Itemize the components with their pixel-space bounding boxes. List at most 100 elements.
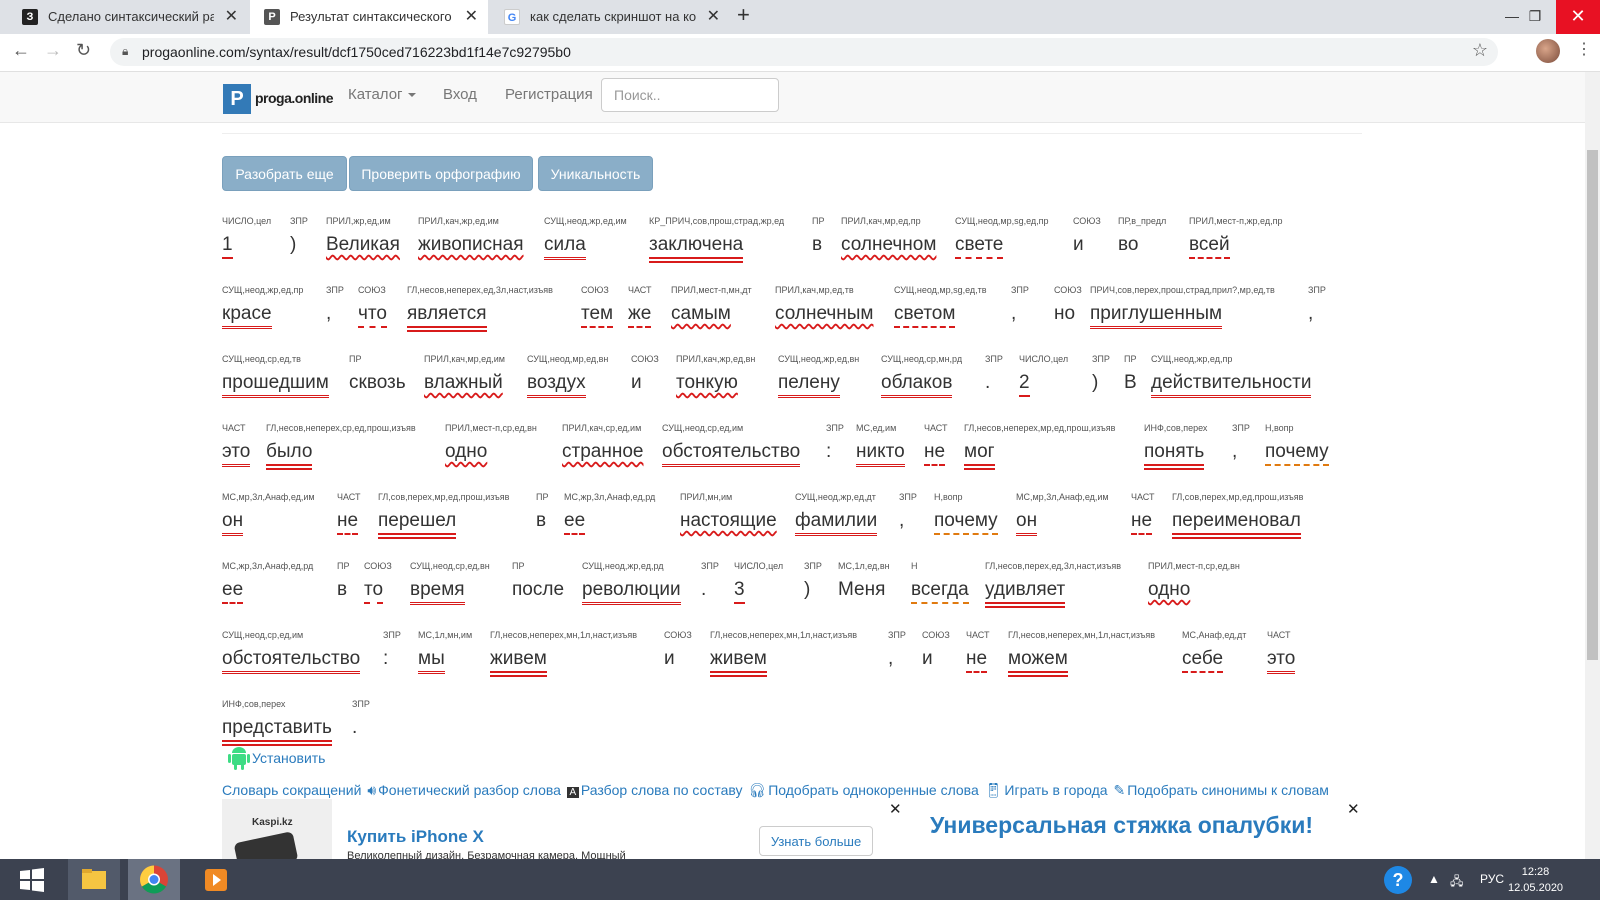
install-link[interactable]: Установить bbox=[252, 750, 325, 766]
token-word: перешел bbox=[378, 509, 457, 539]
token-word: , bbox=[1308, 303, 1314, 324]
token-word: представить bbox=[222, 716, 332, 746]
parse-again-button[interactable]: Разобрать еще bbox=[222, 156, 347, 191]
token-word: фамилии bbox=[795, 509, 878, 536]
new-tab-icon[interactable]: + bbox=[737, 2, 750, 28]
token-tag: ПРИЛ,мест-п,ср,ед,вн bbox=[445, 423, 537, 433]
token-tag: МС,1л,мн,им bbox=[418, 630, 473, 640]
media-player-icon[interactable] bbox=[190, 859, 242, 900]
bookmark-star-icon[interactable]: ☆ bbox=[1472, 40, 1488, 61]
nav-catalog[interactable]: Каталог bbox=[348, 86, 416, 103]
nav-catalog-label: Каталог bbox=[348, 86, 403, 103]
tab-1[interactable]: З Сделано синтаксический разбор ✕ bbox=[8, 0, 248, 34]
clock-date: 12.05.2020 bbox=[1508, 882, 1564, 894]
token-tag: ГЛ,несов,неперех,ед,3л,наст,изъяв bbox=[407, 285, 553, 295]
windows-start-icon[interactable] bbox=[6, 859, 58, 900]
link-synonyms[interactable]: Подобрать синонимы к словам bbox=[1127, 782, 1329, 798]
menu-dots-icon[interactable]: ⋮ bbox=[1576, 39, 1592, 59]
token-word: заключена bbox=[649, 233, 744, 263]
token-tag: СОЮЗ bbox=[631, 354, 659, 364]
token-word: можем bbox=[1008, 647, 1068, 677]
token-tag: СУЩ,неод,жр,ед,вн bbox=[778, 354, 860, 364]
tray-expand-icon[interactable]: ▲ bbox=[1428, 872, 1440, 886]
token-tag: ЧАСТ bbox=[337, 492, 361, 502]
clock[interactable]: 12:28 12.05.2020 bbox=[1508, 864, 1563, 896]
token-tag: СУЩ,неод,ср,ед,тв bbox=[222, 354, 301, 364]
token-word: сквозь bbox=[349, 372, 406, 393]
token-word: 1 bbox=[222, 233, 233, 259]
ad-image: Kaspi.kz bbox=[222, 799, 332, 861]
token-word: не bbox=[924, 440, 946, 466]
token-tag: ПРИЛ,кач,жр,ед,вн bbox=[676, 354, 756, 364]
token-tag: ЗПР bbox=[326, 285, 344, 295]
restore-icon[interactable]: ❐ bbox=[1513, 0, 1557, 34]
nav-register[interactable]: Регистрация bbox=[505, 86, 593, 103]
token-tag: ПРИЛ,кач,ср,ед,им bbox=[562, 423, 642, 433]
token-tag: СОЮЗ bbox=[922, 630, 950, 640]
phone-icon: 📱︎ bbox=[984, 782, 1003, 798]
help-icon[interactable]: ? bbox=[1384, 866, 1412, 894]
uniqueness-button[interactable]: Уникальность bbox=[538, 156, 653, 191]
token-tag: ГЛ,несов,неперех,мр,ед,прош,изъяв bbox=[964, 423, 1116, 433]
token-word: странное bbox=[562, 441, 644, 462]
close-icon[interactable]: ✕ bbox=[465, 0, 478, 34]
token-word: он bbox=[222, 509, 244, 536]
tab-3[interactable]: G как сделать скриншот на компь ✕ bbox=[490, 0, 730, 34]
token-tag: ПРИЛ,кач,мр,ед,пр bbox=[841, 216, 921, 226]
token-tag: СОЮЗ bbox=[364, 561, 392, 571]
ad-banner-iphone[interactable]: Kaspi.kz Купить iPhone X Великолепный ди… bbox=[222, 799, 905, 861]
chrome-icon[interactable] bbox=[128, 859, 180, 900]
network-icon[interactable]: 🖧︎ bbox=[1450, 872, 1463, 893]
reload-icon[interactable]: ↻ bbox=[76, 40, 91, 61]
token-word: и bbox=[664, 648, 675, 669]
file-explorer-icon[interactable] bbox=[68, 859, 120, 900]
spellcheck-button[interactable]: Проверить орфографию bbox=[349, 156, 533, 191]
link-abbreviations[interactable]: Словарь сокращений bbox=[222, 782, 361, 798]
token-word: прошедшим bbox=[222, 371, 329, 398]
token-tag: ЧАСТ bbox=[222, 423, 246, 433]
token-word: это bbox=[222, 440, 251, 467]
close-icon[interactable]: ✕ bbox=[707, 0, 720, 34]
token-tag: СОЮЗ bbox=[358, 285, 386, 295]
token-tag: СУЩ,неод,жр,ед,рд bbox=[582, 561, 664, 571]
token-tag: ЧАСТ bbox=[1267, 630, 1291, 640]
link-composition[interactable]: Разбор слова по составу bbox=[581, 782, 743, 798]
ad-banner-formwork[interactable]: Универсальная стяжка опалубки! bbox=[930, 812, 1313, 839]
link-phonetic[interactable]: Фонетический разбор слова bbox=[378, 782, 561, 798]
token-word: всей bbox=[1189, 233, 1230, 259]
token-word: . bbox=[985, 372, 991, 393]
language-indicator[interactable]: РУС bbox=[1480, 872, 1504, 886]
token-tag: ЗПР bbox=[290, 216, 308, 226]
token-word: пелену bbox=[778, 371, 840, 398]
ad-title[interactable]: Купить iPhone X bbox=[347, 827, 484, 847]
avatar[interactable] bbox=[1536, 39, 1560, 63]
close-icon[interactable]: ✕ bbox=[225, 0, 238, 34]
forward-icon[interactable]: → bbox=[44, 40, 62, 61]
back-icon[interactable]: ← bbox=[12, 40, 30, 61]
link-cities[interactable]: Играть в города bbox=[1004, 782, 1107, 798]
token-tag: СУЩ,неод,мр,sg,ед,тв bbox=[894, 285, 987, 295]
token-word: себе bbox=[1182, 647, 1224, 673]
token-tag: МС,Анаф,ед,дт bbox=[1182, 630, 1247, 640]
ad-learn-more-button[interactable]: Узнать больше bbox=[759, 826, 873, 856]
ad-close-icon[interactable]: ✕ bbox=[889, 800, 902, 818]
token-tag: ГЛ,несов,неперех,мн,1л,наст,изъяв bbox=[710, 630, 858, 640]
token-tag: СУЩ,неод,ср,ед,им bbox=[222, 630, 304, 640]
ad-close-icon[interactable]: ✕ bbox=[1347, 800, 1360, 818]
token-word: что bbox=[358, 302, 387, 328]
url-field[interactable]: 🔒︎ progaonline.com/syntax/result/dcf1750… bbox=[110, 38, 1498, 66]
token-word: мог bbox=[964, 440, 995, 470]
nav-login[interactable]: Вход bbox=[443, 86, 477, 103]
tab-2-active[interactable]: P Результат синтаксического и м ✕ bbox=[250, 0, 488, 34]
scrollbar-thumb[interactable] bbox=[1587, 150, 1598, 660]
url-text: progaonline.com/syntax/result/dcf1750ced… bbox=[142, 44, 571, 60]
token-word: тем bbox=[581, 302, 614, 328]
token-tag: МС,жр,3л,Анаф,ед,рд bbox=[222, 561, 314, 571]
link-cognates[interactable]: Подобрать однокоренные слова bbox=[768, 782, 979, 798]
logo-name: proga.online bbox=[255, 90, 334, 106]
token-tag: ПРИЛ,кач,мр,ед,тв bbox=[775, 285, 854, 295]
token-tag: ЧИСЛО,цел bbox=[222, 216, 272, 226]
token-word: удивляет bbox=[985, 578, 1066, 608]
close-window-icon[interactable]: ✕ bbox=[1556, 0, 1600, 34]
search-input[interactable] bbox=[601, 78, 779, 112]
